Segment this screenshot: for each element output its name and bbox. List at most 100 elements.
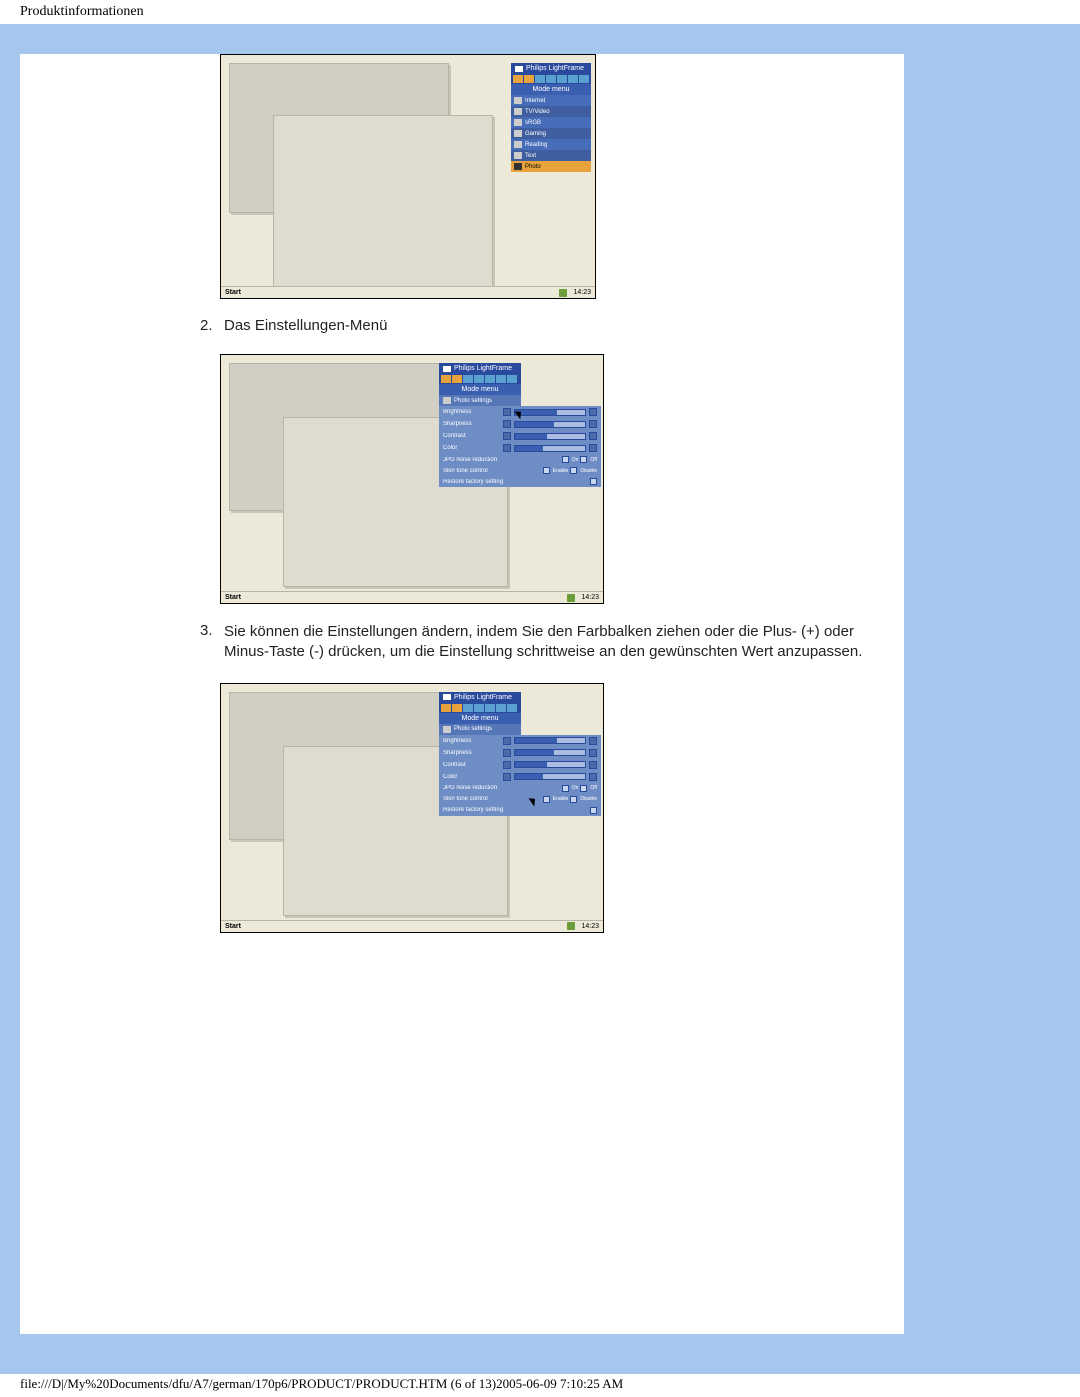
toolbar-btn[interactable] xyxy=(485,704,495,712)
plus-button[interactable] xyxy=(589,444,597,452)
app-icon xyxy=(515,66,523,72)
mode-item-tv[interactable]: TV/Video xyxy=(511,106,591,117)
screenshot-2: Philips LightFrame Mode menu P xyxy=(220,354,604,604)
toolbar-btn[interactable] xyxy=(507,375,517,383)
desktop-bg: Philips LightFrame Mode menu Internet TV… xyxy=(221,55,595,286)
settings-panel: Philips LightFrame Mode menu P xyxy=(439,692,521,816)
settings-titlebar: Philips LightFrame xyxy=(439,363,521,374)
page-footer: file:///D|/My%20Documents/dfu/A7/german/… xyxy=(0,1374,1080,1394)
toolbar-btn[interactable] xyxy=(474,704,484,712)
slider-label: Restore factory settings xyxy=(443,807,503,813)
slider-track[interactable] xyxy=(514,749,586,756)
minus-button[interactable] xyxy=(503,749,511,757)
radio-enable[interactable] xyxy=(543,796,550,803)
tray-icon[interactable] xyxy=(567,594,575,602)
toolbar-btn[interactable] xyxy=(441,375,451,383)
mode-item-label: Gaming xyxy=(525,131,546,137)
radio-on[interactable] xyxy=(562,456,569,463)
step-number: 3. xyxy=(200,622,218,639)
color-row: Color xyxy=(439,771,601,783)
radio-off[interactable] xyxy=(580,785,587,792)
plus-button[interactable] xyxy=(589,749,597,757)
slider-track[interactable] xyxy=(514,445,586,452)
slider-track[interactable] xyxy=(514,737,586,744)
minus-button[interactable] xyxy=(503,444,511,452)
screenshot-3: Philips LightFrame Mode menu P xyxy=(220,683,604,933)
toolbar-btn[interactable] xyxy=(579,75,589,83)
mode-item-reading[interactable]: Reading xyxy=(511,139,591,150)
mode-item-photo[interactable]: Photo xyxy=(511,161,591,172)
mode-item-internet[interactable]: Internet xyxy=(511,95,591,106)
skin-row: Skin tone control Enable Disable xyxy=(439,794,601,805)
slider-label: Sharpness xyxy=(443,421,503,427)
toolbar-btn[interactable] xyxy=(524,75,534,83)
toolbar-btn[interactable] xyxy=(535,75,545,83)
taskbar: Start 14:23 xyxy=(221,286,595,298)
start-button[interactable]: Start xyxy=(225,923,241,930)
book-icon xyxy=(514,141,522,148)
srgb-icon xyxy=(514,119,522,126)
tray-icon[interactable] xyxy=(559,289,567,297)
mode-item-label: sRGB xyxy=(525,120,541,126)
toolbar-btn[interactable] xyxy=(452,375,462,383)
page-header: Produktinformationen xyxy=(0,0,1080,24)
mode-item-srgb[interactable]: sRGB xyxy=(511,117,591,128)
selected-mode-row[interactable]: Photo settings xyxy=(439,395,521,406)
toolbar-btn[interactable] xyxy=(496,375,506,383)
start-button[interactable]: Start xyxy=(225,594,241,601)
plus-button[interactable] xyxy=(589,408,597,416)
slider-label: Contrast xyxy=(443,433,503,439)
restore-checkbox[interactable] xyxy=(590,807,597,814)
minus-button[interactable] xyxy=(503,773,511,781)
minus-button[interactable] xyxy=(503,420,511,428)
toolbar-btn[interactable] xyxy=(496,704,506,712)
mode-menu-header: Mode menu xyxy=(439,384,521,395)
mode-menu-header: Mode menu xyxy=(511,84,591,95)
radio-enable[interactable] xyxy=(543,467,550,474)
minus-button[interactable] xyxy=(503,432,511,440)
radio-on[interactable] xyxy=(562,785,569,792)
slider-label: Restore factory settings xyxy=(443,479,503,485)
toolbar-btn[interactable] xyxy=(513,75,523,83)
toolbar-btn[interactable] xyxy=(474,375,484,383)
screenshot-1: Philips LightFrame Mode menu Internet TV… xyxy=(220,54,596,299)
toolbar-btn[interactable] xyxy=(441,704,451,712)
plus-button[interactable] xyxy=(589,432,597,440)
toolbar-btn[interactable] xyxy=(463,704,473,712)
radio-disable[interactable] xyxy=(570,796,577,803)
slider-track[interactable] xyxy=(514,409,586,416)
radio-off[interactable] xyxy=(580,456,587,463)
plus-button[interactable] xyxy=(589,420,597,428)
toolbar-btn[interactable] xyxy=(557,75,567,83)
slider-track[interactable] xyxy=(514,773,586,780)
toolbar-btn[interactable] xyxy=(507,704,517,712)
selected-mode-row[interactable]: Photo settings xyxy=(439,724,521,735)
toolbar-btn[interactable] xyxy=(546,75,556,83)
radio-label: Off xyxy=(590,457,597,463)
tray-icon[interactable] xyxy=(567,922,575,930)
plus-button[interactable] xyxy=(589,737,597,745)
minus-button[interactable] xyxy=(503,761,511,769)
minus-button[interactable] xyxy=(503,737,511,745)
toolbar-btn[interactable] xyxy=(463,375,473,383)
minus-button[interactable] xyxy=(503,408,511,416)
toolbar-btn[interactable] xyxy=(568,75,578,83)
slider-track[interactable] xyxy=(514,761,586,768)
mode-item-label: Reading xyxy=(525,142,547,148)
restore-checkbox[interactable] xyxy=(590,478,597,485)
mode-item-gaming[interactable]: Gaming xyxy=(511,128,591,139)
slider-label: Color xyxy=(443,774,503,780)
plus-button[interactable] xyxy=(589,773,597,781)
mode-item-label: Internet xyxy=(525,98,545,104)
radio-disable[interactable] xyxy=(570,467,577,474)
slider-track[interactable] xyxy=(514,433,586,440)
slider-track[interactable] xyxy=(514,421,586,428)
settings-toolbar xyxy=(439,703,521,713)
slider-label: Color xyxy=(443,445,503,451)
selected-mode-label: Photo settings xyxy=(454,398,492,404)
start-button[interactable]: Start xyxy=(225,289,241,296)
toolbar-btn[interactable] xyxy=(485,375,495,383)
plus-button[interactable] xyxy=(589,761,597,769)
toolbar-btn[interactable] xyxy=(452,704,462,712)
mode-item-text[interactable]: Text xyxy=(511,150,591,161)
